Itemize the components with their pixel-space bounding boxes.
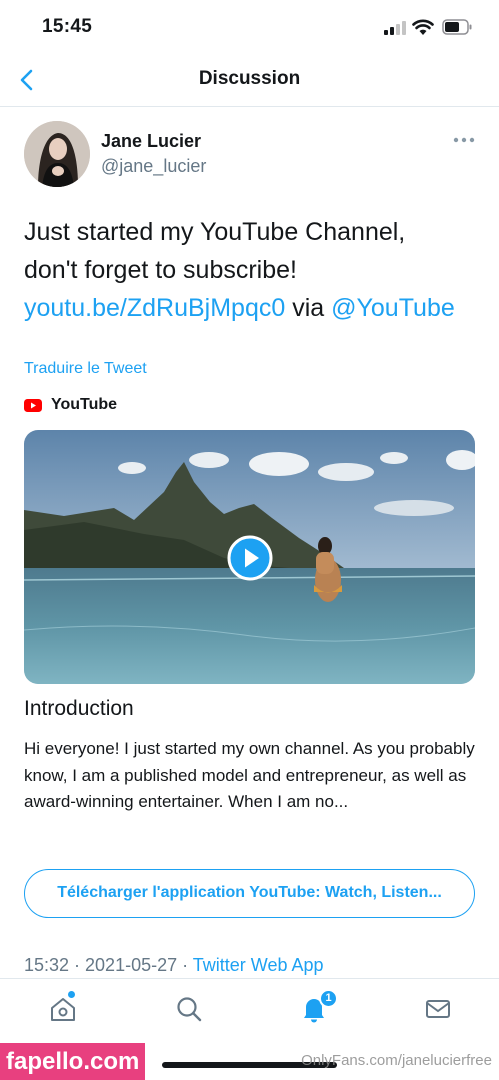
status-bar: 15:45 bbox=[0, 0, 499, 56]
watermark-right: OnlyFans.com/janelucierfree bbox=[301, 1052, 492, 1069]
card-title[interactable]: Introduction bbox=[24, 697, 134, 721]
translate-tweet-link[interactable]: Traduire le Tweet bbox=[24, 360, 147, 378]
youtube-logo-icon bbox=[24, 398, 42, 412]
tweet-url-link[interactable]: youtu.be/ZdRuBjMpqc0 bbox=[24, 294, 285, 322]
tab-search[interactable] bbox=[174, 994, 204, 1024]
avatar-photo-icon bbox=[24, 121, 90, 187]
tweet-timestamp: 15:32 · 2021-05-27 · bbox=[24, 955, 189, 975]
tweet-text: Just started my YouTube Channel, don't f… bbox=[24, 213, 484, 327]
via-text: via bbox=[292, 294, 325, 322]
youtube-mention-link[interactable]: @YouTube bbox=[331, 294, 455, 322]
cellular-signal-icon bbox=[384, 21, 406, 35]
author-display-name[interactable]: Jane Lucier bbox=[101, 131, 201, 152]
notifications-badge: 1 bbox=[319, 989, 338, 1008]
tweet-text-line: Just started my YouTube Channel, bbox=[24, 218, 406, 246]
author-username[interactable]: @jane_lucier bbox=[101, 156, 206, 177]
card-description[interactable]: Hi everyone! I just started my own chann… bbox=[24, 736, 484, 816]
avatar[interactable] bbox=[24, 121, 90, 187]
tweet-source-app[interactable]: Twitter Web App bbox=[193, 955, 324, 975]
battery-icon bbox=[442, 19, 472, 35]
messages-icon bbox=[426, 1000, 450, 1018]
download-app-button[interactable]: Télécharger l'application YouTube: Watch… bbox=[24, 869, 475, 918]
video-thumbnail[interactable] bbox=[24, 430, 475, 684]
more-options-icon[interactable] bbox=[450, 130, 478, 150]
tweet-text-line: don't forget to subscribe! bbox=[24, 256, 297, 284]
home-icon bbox=[51, 998, 75, 1021]
status-time: 15:45 bbox=[42, 16, 93, 37]
tweet-metadata: 15:32 · 2021-05-27 · Twitter Web App bbox=[24, 955, 324, 976]
tab-messages[interactable] bbox=[423, 994, 453, 1024]
play-icon[interactable] bbox=[227, 535, 273, 581]
page-title: Discussion bbox=[198, 68, 301, 89]
card-source[interactable]: YouTube bbox=[24, 394, 117, 416]
card-source-name: YouTube bbox=[51, 396, 118, 413]
search-icon bbox=[177, 997, 202, 1022]
wifi-icon bbox=[412, 19, 434, 35]
tab-home[interactable] bbox=[48, 994, 78, 1024]
tweet-text-line: youtu.be/ZdRuBjMpqc0 via @YouTube bbox=[24, 289, 484, 327]
watermark-left: fapello.com bbox=[0, 1043, 146, 1080]
home-new-dot bbox=[68, 991, 75, 998]
navigation-bar: Discussion bbox=[0, 56, 499, 107]
